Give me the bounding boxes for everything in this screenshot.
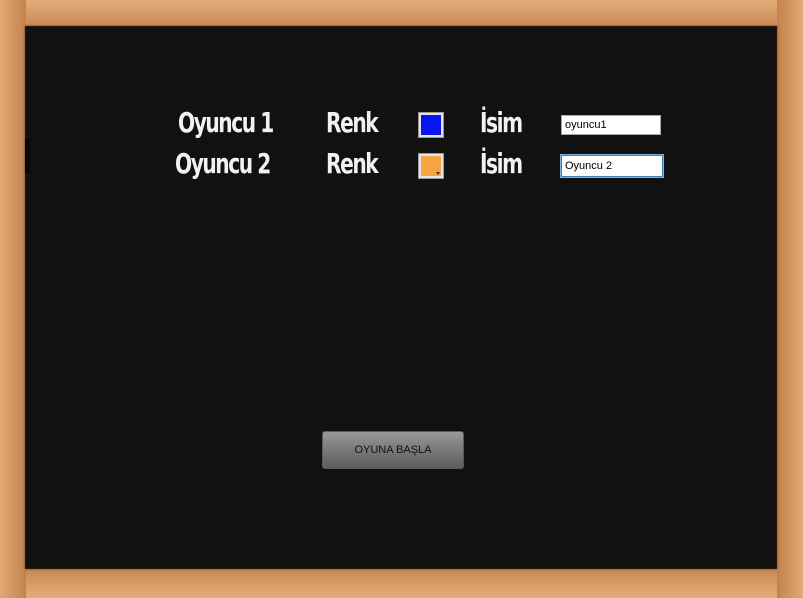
frame-top-edge bbox=[0, 0, 803, 26]
dropdown-arrow-icon bbox=[436, 131, 440, 134]
player2-label: Oyuncu 2 bbox=[175, 147, 271, 180]
player1-name-input[interactable] bbox=[561, 115, 661, 135]
player2-name-label: İsim bbox=[480, 147, 523, 180]
player2-name-input[interactable] bbox=[561, 155, 663, 177]
chalkboard: Oyuncu 1 Renk İsim Oyuncu 2 Renk İsim OY… bbox=[25, 26, 777, 569]
dropdown-arrow-icon bbox=[436, 172, 440, 175]
player2-color-label: Renk bbox=[326, 147, 379, 180]
chalkboard-frame: Oyuncu 1 Renk İsim Oyuncu 2 Renk İsim OY… bbox=[0, 0, 803, 598]
player1-color-label: Renk bbox=[326, 106, 379, 139]
start-game-button[interactable]: OYUNA BAŞLA bbox=[322, 431, 464, 469]
board-mark bbox=[25, 139, 30, 173]
frame-left-edge bbox=[0, 0, 26, 598]
player2-color-picker[interactable] bbox=[418, 153, 444, 179]
frame-right-edge bbox=[777, 0, 803, 598]
player1-label: Oyuncu 1 bbox=[178, 106, 274, 139]
frame-bottom-edge bbox=[0, 569, 803, 598]
player1-color-picker[interactable] bbox=[418, 112, 444, 138]
player1-name-label: İsim bbox=[480, 106, 523, 139]
